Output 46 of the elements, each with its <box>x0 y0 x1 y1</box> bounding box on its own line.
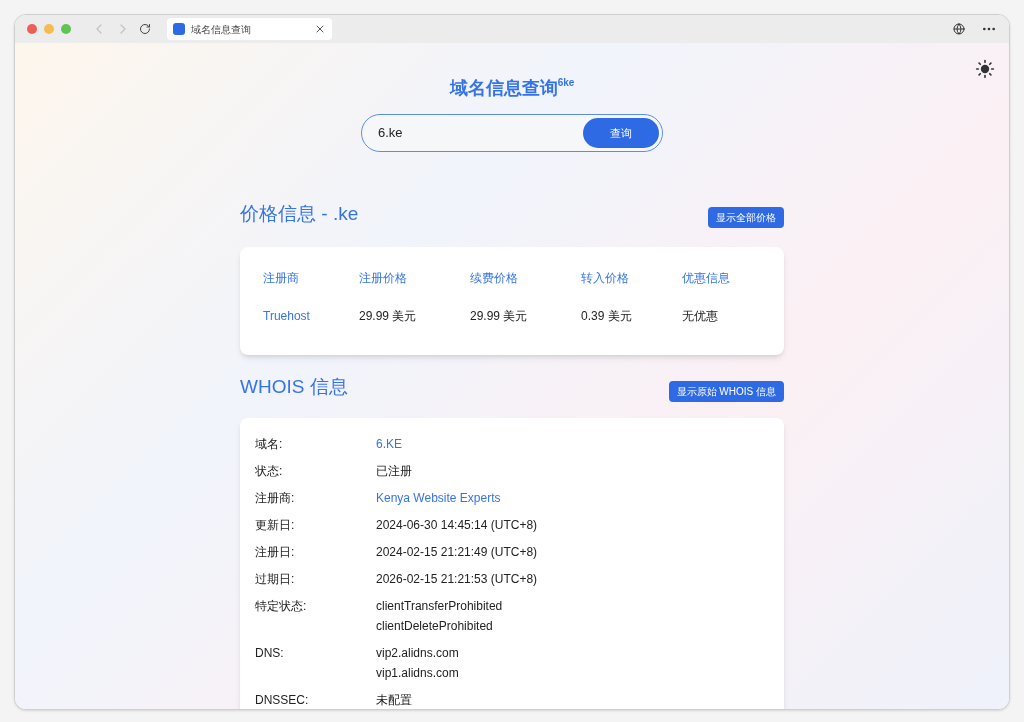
field-value: vip2.alidns.com <box>376 644 459 662</box>
field-value: 已注册 <box>376 462 412 480</box>
field-label: DNS: <box>255 644 285 662</box>
column-header: 注册价格 <box>359 269 408 287</box>
column-header: 优惠信息 <box>682 269 731 287</box>
close-window-icon[interactable] <box>27 24 37 34</box>
site-logo-icon <box>173 23 185 35</box>
field-label: 特定状态: <box>255 597 308 615</box>
table-cell-text: 29.99 美元 <box>359 307 418 325</box>
globe-icon[interactable] <box>953 23 965 35</box>
tab-title: 域名信息查询 <box>191 22 252 37</box>
field-link[interactable]: Kenya Website Experts <box>376 487 501 508</box>
field-label: 注册日: <box>255 543 296 561</box>
show-raw-whois-button[interactable]: 显示原始 WHOIS 信息 <box>668 380 784 402</box>
title-mark: 6ke <box>557 76 575 88</box>
field-value: 未配置 <box>376 691 412 709</box>
field-value: clientDeleteProhibited <box>376 617 494 635</box>
field-label: 注册商: <box>255 489 296 507</box>
field-label: DNSSEC: <box>255 691 310 709</box>
field-value: 2024-02-15 21:21:49 (UTC+8) <box>376 543 538 561</box>
search-button[interactable]: 查询 <box>583 118 659 148</box>
field-value: clientTransferProhibited <box>376 597 503 615</box>
search-field[interactable]: 6.ke 查询 <box>361 114 663 152</box>
field-label: 过期日: <box>255 570 296 588</box>
field-value: 2024-06-30 14:45:14 (UTC+8) <box>376 516 538 534</box>
field-label: 更新日: <box>255 516 296 534</box>
search-input[interactable]: 6.ke <box>378 123 583 143</box>
section-title: WHOIS 信息 <box>240 374 348 399</box>
show-all-prices-button[interactable]: 显示全部价格 <box>708 207 784 228</box>
reload-icon[interactable] <box>139 23 151 35</box>
field-label: 状态: <box>255 462 284 480</box>
table-cell-text: 29.99 美元 <box>470 307 529 325</box>
close-icon[interactable] <box>314 23 326 35</box>
table-cell-text: 无优惠 <box>682 307 719 325</box>
registrar-link[interactable]: Truehost <box>263 306 359 325</box>
field-value: vip1.alidns.com <box>376 664 459 682</box>
column-header: 转入价格 <box>581 269 630 287</box>
page-title: 域名信息查询 <box>449 77 558 100</box>
column-header: 注册商 <box>263 269 300 287</box>
column-header: 续费价格 <box>470 269 519 287</box>
section-title: 价格信息 - .ke <box>240 202 359 226</box>
browser-tab[interactable]: 域名信息查询 <box>167 18 332 40</box>
field-link[interactable]: 6.KE <box>376 433 402 454</box>
field-label: 域名: <box>255 435 284 453</box>
table-cell-text: 0.39 美元 <box>581 307 633 325</box>
field-value: 2026-02-15 21:21:53 (UTC+8) <box>376 570 538 588</box>
